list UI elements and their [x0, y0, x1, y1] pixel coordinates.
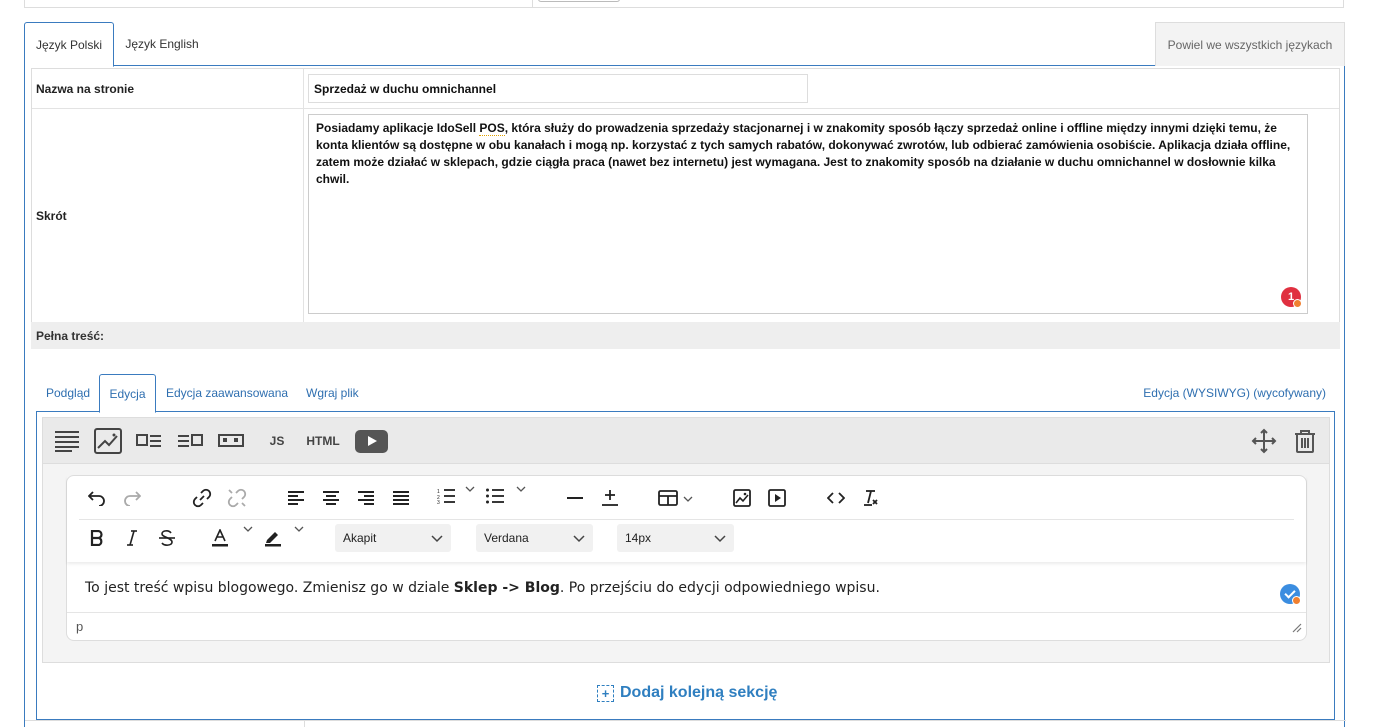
- image-block-icon[interactable]: [93, 428, 123, 454]
- font-size-value: 14px: [625, 531, 652, 545]
- html-block-button[interactable]: HTML: [305, 428, 341, 454]
- italic-icon[interactable]: [120, 524, 144, 552]
- align-justify-icon[interactable]: [389, 484, 413, 512]
- resize-handle-icon[interactable]: [1292, 621, 1302, 636]
- insert-below-icon[interactable]: [598, 484, 622, 512]
- chevron-down-icon[interactable]: [243, 524, 253, 534]
- table-icon[interactable]: [656, 484, 680, 512]
- numbered-list-icon[interactable]: 123: [434, 482, 458, 510]
- chevron-down-icon[interactable]: [465, 484, 475, 494]
- chevron-down-icon: [431, 532, 443, 546]
- spellcheck-ok-badge[interactable]: [1280, 584, 1301, 605]
- content-tabs: Podgląd Edycja Edycja zaawansowana Wgraj…: [36, 374, 1335, 413]
- video-block-icon[interactable]: [355, 428, 388, 454]
- tab-language-english[interactable]: Język English: [116, 22, 208, 66]
- language-tabs: Język Polski Język English Powiel we wsz…: [24, 22, 1345, 67]
- trash-icon[interactable]: [1293, 428, 1317, 454]
- two-images-block-icon[interactable]: [217, 428, 245, 454]
- divider: [532, 0, 533, 8]
- editor-text-pre: To jest treść wpisu blogowego. Zmienisz …: [85, 580, 454, 596]
- shortcut-row: Skrót Posiadamy aplikacje IdoSell POS, k…: [32, 109, 1339, 323]
- grammar-error-badge[interactable]: 1: [1281, 287, 1302, 308]
- name-input[interactable]: Sprzedaż w duchu omnichannel: [308, 74, 808, 103]
- full-content-label: Pełna treść:: [31, 322, 1340, 349]
- move-icon[interactable]: [1251, 428, 1277, 454]
- highlight-color-icon[interactable]: [261, 524, 285, 552]
- insert-media-icon[interactable]: [765, 484, 789, 512]
- editor-toolbar: 123 Akapit Verdana 14px: [67, 476, 1306, 562]
- chevron-down-icon: [714, 532, 726, 546]
- name-label: Nazwa na stronie: [32, 69, 304, 108]
- add-section-button[interactable]: + Dodaj kolejną sekcję: [597, 684, 777, 702]
- source-code-icon[interactable]: [824, 484, 848, 512]
- previous-row-remnant: [24, 0, 1344, 8]
- align-center-icon[interactable]: [319, 484, 343, 512]
- editor-content[interactable]: To jest treść wpisu blogowego. Zmienisz …: [85, 580, 880, 596]
- tab-wysiwyg[interactable]: Edycja (WYSIWYG) (wycofywany): [1143, 374, 1326, 412]
- add-section-icon: +: [597, 684, 614, 702]
- text-image-block-icon[interactable]: [176, 428, 204, 454]
- image-text-block-icon[interactable]: [135, 428, 163, 454]
- strikethrough-icon[interactable]: [155, 524, 179, 552]
- tab-language-polish[interactable]: Język Polski: [24, 22, 114, 67]
- chevron-down-icon: [573, 532, 585, 546]
- insert-image-icon[interactable]: [730, 484, 754, 512]
- editor-toolbar-row-1: 123: [79, 476, 1294, 520]
- tab-upload-file[interactable]: Wgraj plik: [306, 374, 359, 412]
- tab-advanced-edit[interactable]: Edycja zaawansowana: [166, 374, 288, 412]
- spellcheck-word: POS: [479, 121, 505, 136]
- chevron-down-icon[interactable]: [516, 484, 526, 494]
- unlink-icon[interactable]: [225, 484, 249, 512]
- editor-box: JS HTML 1 2 3 Akapit Verdana 14px To jes…: [36, 412, 1335, 720]
- name-cell: Sprzedaż w duchu omnichannel: [304, 69, 1339, 108]
- content-section: JS HTML 1 2 3 Akapit Verdana 14px To jes…: [42, 417, 1330, 663]
- shortcut-text-pre: Posiadamy aplikacje IdoSell: [316, 121, 480, 135]
- next-row-remnant: [25, 720, 1346, 727]
- name-row: Nazwa na stronie Sprzedaż w duchu omnich…: [32, 69, 1339, 109]
- horizontal-line-icon[interactable]: [563, 484, 587, 512]
- bullet-list-icon[interactable]: [483, 482, 507, 510]
- editor-statusbar: p: [67, 612, 1306, 640]
- tab-edit[interactable]: Edycja: [99, 374, 156, 413]
- redo-icon[interactable]: [120, 484, 144, 512]
- chevron-down-icon[interactable]: [294, 524, 304, 534]
- form-table: Nazwa na stronie Sprzedaż w duchu omnich…: [31, 68, 1340, 324]
- block-format-select[interactable]: Akapit: [335, 524, 451, 552]
- font-family-value: Verdana: [484, 531, 529, 545]
- js-block-button[interactable]: JS: [267, 428, 287, 454]
- bold-icon[interactable]: [85, 524, 109, 552]
- text-block-icon[interactable]: [53, 428, 81, 454]
- shortcut-cell: Posiadamy aplikacje IdoSell POS, która s…: [304, 109, 1339, 322]
- copy-all-languages-button[interactable]: Powiel we wszystkich językach: [1155, 22, 1345, 66]
- align-right-icon[interactable]: [354, 484, 378, 512]
- rich-text-editor: 123 Akapit Verdana 14px To jest treść wp…: [66, 475, 1307, 641]
- text-color-icon[interactable]: [208, 524, 232, 552]
- svg-text:3: 3: [437, 500, 440, 504]
- tab-preview[interactable]: Podgląd: [46, 374, 90, 412]
- editor-toolbar-row-2: Akapit Verdana 14px: [79, 520, 1294, 562]
- add-section-label: Dodaj kolejną sekcję: [620, 684, 778, 701]
- block-format-value: Akapit: [343, 531, 377, 545]
- editor-text-post: . Po przejściu do edycji odpowiedniego w…: [559, 580, 880, 596]
- font-family-select[interactable]: Verdana: [476, 524, 593, 552]
- section-toolbar: JS HTML: [43, 418, 1329, 464]
- page: Język Polski Język English Powiel we wsz…: [0, 0, 1388, 727]
- shortcut-textarea[interactable]: Posiadamy aplikacje IdoSell POS, która s…: [308, 114, 1308, 314]
- undo-icon[interactable]: [85, 484, 109, 512]
- editor-text-bold: Sklep -> Blog: [453, 580, 560, 596]
- previous-button-remnant[interactable]: [538, 0, 620, 2]
- font-size-select[interactable]: 14px: [617, 524, 734, 552]
- chevron-down-icon[interactable]: [683, 494, 693, 504]
- clear-formatting-icon[interactable]: [859, 484, 883, 512]
- language-panel: Nazwa na stronie Sprzedaż w duchu omnich…: [24, 66, 1346, 727]
- link-icon[interactable]: [190, 484, 214, 512]
- shortcut-label: Skrót: [32, 109, 304, 322]
- align-left-icon[interactable]: [284, 484, 308, 512]
- element-path[interactable]: p: [76, 619, 83, 634]
